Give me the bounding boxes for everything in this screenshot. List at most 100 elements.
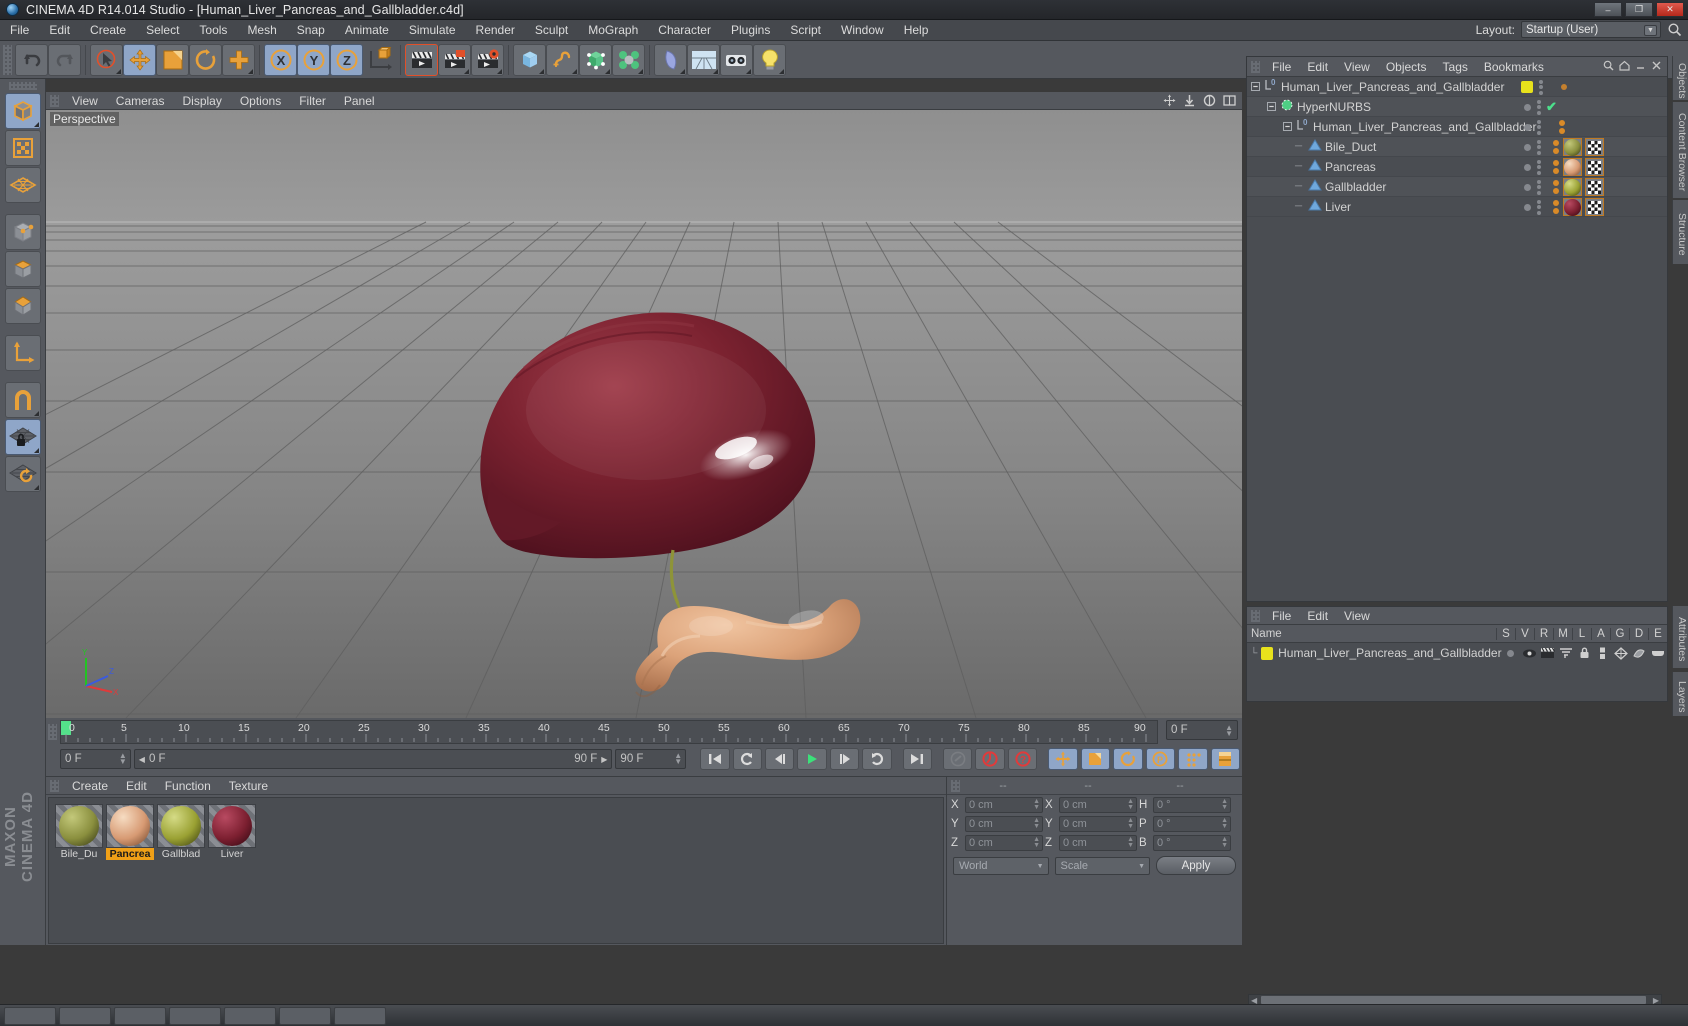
spinner-icon[interactable]: ▲ ▼ bbox=[1221, 798, 1228, 812]
rotation-p-field[interactable]: 0 ° ▲ ▼ bbox=[1153, 815, 1231, 832]
record-rotation-button[interactable] bbox=[1113, 748, 1143, 770]
material-tag[interactable] bbox=[1563, 198, 1582, 216]
viewport-menu-filter[interactable]: Filter bbox=[290, 94, 335, 108]
layer-row[interactable]: └ Human_Liver_Pancreas_and_Gallbladder bbox=[1247, 643, 1667, 663]
taskbar-item[interactable] bbox=[224, 1006, 276, 1025]
menu-item-help[interactable]: Help bbox=[894, 20, 939, 41]
layout-dropdown[interactable]: Startup (User) ▼ bbox=[1521, 21, 1661, 38]
object-menu-grip[interactable] bbox=[1251, 60, 1260, 73]
object-row-inner-null[interactable]: 0 Human_Liver_Pancreas_and_Gallbladder bbox=[1247, 117, 1667, 137]
material-menu-grip[interactable] bbox=[50, 779, 59, 792]
material-thumbnail[interactable] bbox=[55, 804, 103, 848]
visibility-dots-icon[interactable] bbox=[1537, 199, 1541, 215]
layer-header-l[interactable]: L bbox=[1572, 627, 1591, 640]
object-row-gallbladder[interactable]: ─ Gallbladder bbox=[1247, 177, 1667, 197]
maximize-button[interactable]: ❐ bbox=[1625, 2, 1653, 17]
expander-icon[interactable] bbox=[1263, 102, 1279, 111]
dock-tab-content-browser[interactable]: Content Browser bbox=[1672, 102, 1688, 198]
object-menu-bookmarks[interactable]: Bookmarks bbox=[1476, 60, 1552, 74]
layer-menu-file[interactable]: File bbox=[1264, 609, 1299, 623]
generator-icon[interactable] bbox=[1612, 646, 1630, 660]
record-parameter-button[interactable]: P bbox=[1145, 748, 1176, 770]
move-button[interactable] bbox=[123, 43, 156, 76]
taskbar-item[interactable] bbox=[59, 1006, 111, 1025]
live-selection-button[interactable] bbox=[90, 43, 123, 76]
uvw-tag[interactable] bbox=[1585, 158, 1604, 176]
menu-item-tools[interactable]: Tools bbox=[189, 20, 237, 41]
add-array-button[interactable] bbox=[612, 43, 645, 76]
layer-header-m[interactable]: M bbox=[1553, 627, 1572, 640]
undo-button[interactable] bbox=[15, 43, 48, 76]
add-camera-button[interactable] bbox=[720, 43, 753, 76]
expander-icon[interactable] bbox=[1279, 122, 1295, 131]
add-deformer-button[interactable] bbox=[654, 43, 687, 76]
material-tag[interactable] bbox=[1563, 178, 1582, 196]
scale-button[interactable] bbox=[156, 43, 189, 76]
menu-item-plugins[interactable]: Plugins bbox=[721, 20, 780, 41]
uvw-tag[interactable] bbox=[1585, 138, 1604, 156]
menu-item-simulate[interactable]: Simulate bbox=[399, 20, 466, 41]
layer-color-swatch[interactable] bbox=[1260, 646, 1274, 660]
layer-header-e[interactable]: E bbox=[1648, 627, 1667, 640]
menu-item-select[interactable]: Select bbox=[136, 20, 189, 41]
start-frame-field[interactable]: 0 F ▲ ▼ bbox=[60, 749, 131, 769]
home-icon[interactable] bbox=[1619, 60, 1630, 74]
viewport-menu-options[interactable]: Options bbox=[231, 94, 290, 108]
viewport-menu-cameras[interactable]: Cameras bbox=[107, 94, 174, 108]
viewport-menu-grip[interactable] bbox=[50, 94, 59, 107]
spinner-icon[interactable]: ▲ ▼ bbox=[119, 752, 127, 766]
spinner-icon[interactable]: ▲ ▼ bbox=[1127, 798, 1134, 812]
lock-x-button[interactable]: X bbox=[264, 43, 297, 76]
search-icon[interactable] bbox=[1667, 22, 1682, 37]
toolbar-grip[interactable] bbox=[3, 44, 12, 75]
taskbar-item[interactable] bbox=[169, 1006, 221, 1025]
menu-item-mograph[interactable]: MoGraph bbox=[578, 20, 648, 41]
layer-menu-edit[interactable]: Edit bbox=[1299, 609, 1336, 623]
add-button[interactable] bbox=[222, 43, 255, 76]
object-menu-file[interactable]: File bbox=[1264, 60, 1299, 74]
object-row-root[interactable]: 0 Human_Liver_Pancreas_and_Gallbladder bbox=[1247, 77, 1667, 97]
material-menu-create[interactable]: Create bbox=[63, 779, 117, 793]
material-menu-edit[interactable]: Edit bbox=[117, 779, 156, 793]
right-arrow-icon[interactable]: ▶ bbox=[601, 755, 607, 764]
editor-visibility-dot[interactable] bbox=[1524, 123, 1531, 131]
menu-item-render[interactable]: Render bbox=[466, 20, 525, 41]
visibility-dots-icon[interactable] bbox=[1537, 119, 1541, 135]
keyframe-help-button[interactable]: ? bbox=[1007, 748, 1038, 770]
add-environment-button[interactable] bbox=[687, 43, 720, 76]
edge-mode-button[interactable] bbox=[4, 251, 41, 287]
menu-item-character[interactable]: Character bbox=[648, 20, 721, 41]
rotate-button[interactable] bbox=[189, 43, 222, 76]
material-tag[interactable] bbox=[1563, 138, 1582, 156]
layer-header-g[interactable]: G bbox=[1610, 627, 1629, 640]
timeline-ruler[interactable]: 0 5 10 15 20 25 30 35 40 45 50 55 60 65 … bbox=[60, 720, 1158, 744]
editor-visibility-dot[interactable] bbox=[1524, 203, 1531, 211]
left-arrow-icon[interactable]: ◀ bbox=[139, 755, 145, 764]
add-light-button[interactable] bbox=[753, 43, 786, 76]
layer-color-swatch[interactable] bbox=[1521, 81, 1533, 93]
uvw-tag[interactable] bbox=[1585, 178, 1604, 196]
deformer-icon[interactable] bbox=[1630, 647, 1648, 660]
menu-item-sculpt[interactable]: Sculpt bbox=[525, 20, 578, 41]
taskbar-item[interactable] bbox=[4, 1006, 56, 1025]
animation-icon[interactable] bbox=[1593, 647, 1611, 660]
viewport-menu-view[interactable]: View bbox=[63, 94, 107, 108]
dock-tab-layers[interactable]: Layers bbox=[1672, 672, 1688, 716]
3d-viewport[interactable]: Perspective Y X Z bbox=[46, 110, 1242, 718]
add-spline-button[interactable] bbox=[546, 43, 579, 76]
spinner-icon[interactable]: ▲ ▼ bbox=[1221, 817, 1228, 831]
spinner-icon[interactable]: ▲ ▼ bbox=[1033, 836, 1040, 850]
record-pla-button[interactable] bbox=[1178, 748, 1208, 770]
layer-menu-view[interactable]: View bbox=[1336, 609, 1378, 623]
editor-visibility-dot[interactable] bbox=[1524, 163, 1531, 171]
render-icon[interactable] bbox=[1538, 647, 1556, 659]
dock-tab-structure[interactable]: Structure bbox=[1672, 200, 1688, 264]
workplane-align-button[interactable] bbox=[4, 456, 41, 492]
expression-icon[interactable] bbox=[1649, 648, 1667, 658]
editor-visibility-dot[interactable] bbox=[1524, 183, 1531, 191]
material-menu-texture[interactable]: Texture bbox=[220, 779, 277, 793]
taskbar-item[interactable] bbox=[114, 1006, 166, 1025]
object-row-hypernurbs[interactable]: HyperNURBS ✔ bbox=[1247, 97, 1667, 117]
material-item-pancreas[interactable]: Pancrea bbox=[106, 804, 154, 860]
object-row-liver[interactable]: ─ Liver bbox=[1247, 197, 1667, 217]
